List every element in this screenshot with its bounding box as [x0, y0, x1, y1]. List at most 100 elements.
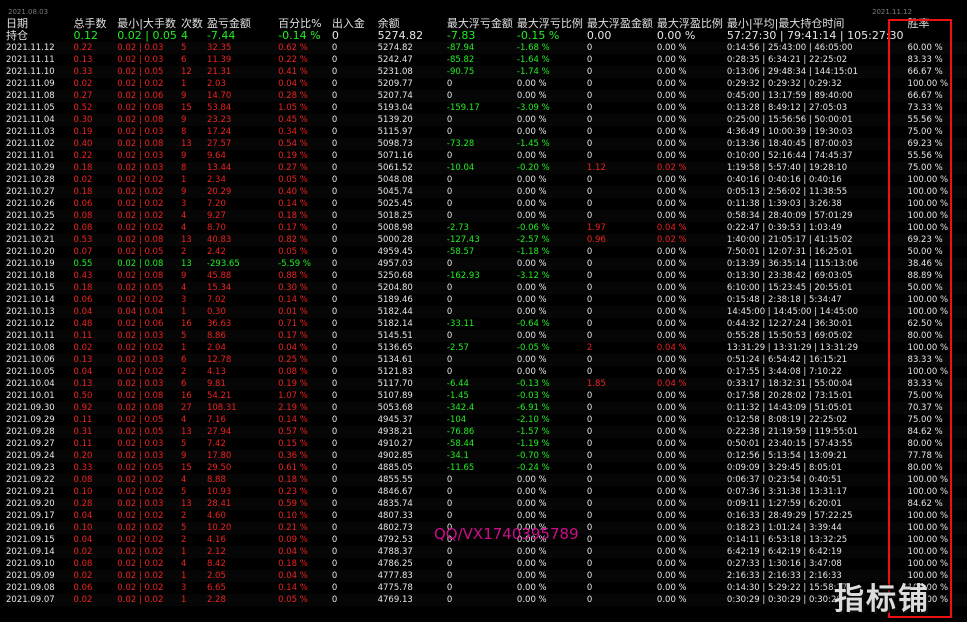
row-balance: 5145.51: [375, 330, 445, 342]
row-minmax: 0.02 | 0.03: [117, 151, 164, 161]
row-fp-amount: 0: [586, 535, 593, 545]
row-count: 1: [178, 594, 205, 606]
row-winrate: 80.00 %: [907, 463, 943, 473]
row-pnl: 10.93: [206, 487, 232, 497]
row-count: 15: [180, 103, 192, 113]
table-row: 2021.09.21 0.10 0.02 | 0.02 5 10.93 0.23 % 0 48…: [4, 486, 967, 498]
row-dd-pct: 0.00 %: [516, 367, 547, 377]
row-winrate: 100.00 %: [907, 367, 949, 377]
row-minmax: 0.02 | 0.03: [117, 439, 164, 449]
row-count: 3: [180, 295, 187, 305]
row-dd-amount: -127.43: [444, 234, 515, 246]
row-pct: 0.82 %: [276, 234, 330, 246]
row-fp-pct: 0.00 %: [656, 199, 687, 209]
row-fp-amount: 0: [584, 426, 655, 438]
column-header: 次数: [180, 18, 203, 30]
row-dd-amount: 0: [444, 90, 515, 102]
row-io: 0: [331, 535, 338, 545]
row-time: 6:42:19 | 6:42:19 | 6:42:19: [724, 546, 906, 558]
row-pct: 1.05 %: [278, 103, 308, 113]
row-date: 2021.10.25: [4, 210, 72, 222]
row-date: 2021.11.05: [6, 103, 55, 113]
row-minmax: 0.02 | 0.02: [117, 295, 164, 305]
row-lots: 0.04: [73, 535, 93, 545]
row-dd-pct: 0.00 %: [516, 79, 547, 89]
row-lots: 0.08: [71, 474, 116, 486]
row-time: 0:28:35 | 6:34:21 | 22:25:02: [726, 55, 848, 65]
row-winrate: 38.46 %: [905, 258, 967, 270]
row-dd-amount: 0: [444, 594, 515, 606]
row-fp-pct: 0.00 %: [656, 247, 687, 257]
row-winrate: 62.50 %: [907, 319, 943, 329]
row-pnl: 2.28: [204, 594, 277, 606]
row-pnl: 9.27: [204, 210, 277, 222]
row-time: 1:40:00 | 21:05:17 | 41:15:02: [724, 234, 906, 246]
row-lots: 0.10: [73, 487, 93, 497]
row-count: 5: [180, 439, 187, 449]
row-lots: 0.27: [71, 90, 116, 102]
row-dd-amount: -90.75: [444, 66, 515, 78]
row-pnl: 23.23: [204, 114, 277, 126]
row-dd-pct: -0.64 %: [516, 319, 550, 329]
row-minmax: 0.02 | 0.03: [115, 498, 179, 510]
row-pct: 0.40 %: [276, 186, 330, 198]
row-minmax: 0.04 | 0.04: [115, 306, 179, 318]
row-fp-amount: 0: [584, 330, 655, 342]
row-balance: 5107.89: [377, 391, 413, 401]
row-lots: 0.48: [73, 319, 93, 329]
row-dd-pct: 0.00 %: [514, 90, 585, 102]
row-pnl: 7.16: [206, 415, 226, 425]
holding-io: 0: [331, 30, 339, 42]
row-winrate: 75.00 %: [907, 415, 943, 425]
row-pnl: 45.88: [206, 271, 232, 281]
row-pct: 0.14 %: [278, 199, 308, 209]
row-time: 4:36:49 | 10:00:39 | 19:30:03: [726, 127, 853, 137]
row-time: 0:45:00 | 13:17:59 | 89:40:00: [724, 90, 906, 102]
row-minmax: 0.02 | 0.02: [115, 186, 179, 198]
row-count: 1: [178, 306, 205, 318]
row-lots: 0.22: [71, 42, 116, 54]
row-minmax: 0.02 | 0.05: [117, 247, 164, 257]
row-pnl: 29.50: [206, 463, 232, 473]
row-io: 0: [331, 55, 338, 65]
row-io: 0: [331, 223, 338, 233]
row-dd-amount: -162.93: [446, 271, 480, 281]
row-io: 0: [329, 522, 376, 534]
row-date: 2021.09.14: [4, 546, 72, 558]
row-dd-pct: 0.00 %: [516, 127, 547, 137]
row-pct: 0.14 %: [278, 415, 308, 425]
row-io: 0: [331, 79, 338, 89]
row-dd-pct: 0.00 %: [516, 151, 547, 161]
table-row: 2021.09.08 0.06 0.02 | 0.02 3 6.65 0.14 % 0 477…: [4, 582, 967, 594]
row-lots: 0.33: [73, 463, 93, 473]
row-winrate: 73.33 %: [907, 103, 943, 113]
row-date: 2021.11.09: [6, 79, 55, 89]
row-minmax: 0.02 | 0.02: [115, 546, 179, 558]
row-io: 0: [329, 138, 376, 150]
row-pnl: 2.05: [204, 570, 277, 582]
row-lots: 0.11: [73, 415, 93, 425]
table-row: 2021.09.24 0.20 0.02 | 0.03 9 17.80 0.36 % 0 49…: [4, 450, 967, 462]
row-lots: 0.10: [71, 522, 116, 534]
row-time: 0:12:56 | 5:13:54 | 13:09:21: [724, 450, 906, 462]
row-winrate: 66.67 %: [905, 66, 967, 78]
row-fp-amount: 0: [586, 199, 593, 209]
row-balance: 5045.74: [375, 186, 445, 198]
row-io: 0: [329, 42, 376, 54]
row-time: 0:09:11 | 1:27:59 | 6:20:01: [724, 498, 906, 510]
row-dd-amount: 0: [444, 306, 515, 318]
row-time: 0:44:32 | 12:27:24 | 36:30:01: [726, 319, 853, 329]
column-header: 最小|大手数: [117, 18, 176, 30]
row-lots: 0.13: [71, 378, 116, 390]
row-fp-pct: 0.00 %: [656, 103, 687, 113]
table-row: 2021.09.14 0.02 0.02 | 0.02 1 2.12 0.04 % 0 478…: [4, 546, 967, 558]
row-pct: 0.45 %: [276, 114, 330, 126]
row-time: 0:51:24 | 6:54:42 | 16:15:21: [724, 354, 906, 366]
row-count: 12: [178, 66, 205, 78]
row-io: 0: [331, 199, 338, 209]
row-pnl: 7.42: [206, 439, 226, 449]
row-io: 0: [331, 103, 338, 113]
row-io: 0: [331, 175, 338, 185]
row-pct: 0.05 %: [276, 594, 330, 606]
row-fp-amount: 0: [586, 79, 593, 89]
